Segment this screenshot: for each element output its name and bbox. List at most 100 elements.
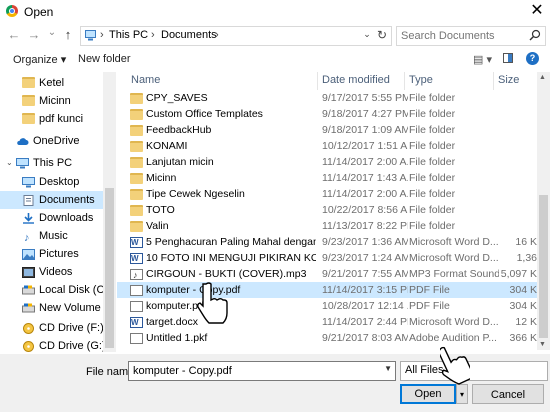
column-header-size[interactable]: Size (498, 74, 519, 86)
file-row[interactable]: Custom Office Templates 9/18/2017 4:27 PM… (117, 106, 537, 122)
file-name: TOTO (146, 204, 175, 216)
file-name: Tipe Cewek Ngeselin (146, 188, 245, 200)
sidebar-item[interactable]: New Volume (D: (0, 299, 103, 317)
drive-icon (22, 284, 35, 295)
scroll-up-icon[interactable]: ▲ (539, 74, 546, 81)
sidebar-item-label: Local Disk (C:) (39, 284, 103, 296)
file-row[interactable]: komputer.pdf 10/28/2017 12:14 ... PDF File… (117, 298, 537, 314)
new-folder-button[interactable]: New folder (78, 53, 131, 65)
file-row[interactable]: CIRGOUN - BUKTI (COVER).mp3 9/21/2017 7:5… (117, 266, 537, 282)
folder-icon (130, 93, 143, 104)
file-row[interactable]: KONAMI 10/12/2017 1:51 AM File folder (117, 138, 537, 154)
sidebar-item[interactable]: Ketel (0, 74, 103, 92)
search-box[interactable] (396, 26, 546, 46)
file-type: Microsoft Word D... (409, 252, 499, 264)
up-button[interactable]: ↑ (60, 27, 76, 43)
sidebar-item[interactable]: Local Disk (C:) (0, 281, 103, 299)
column-divider[interactable] (493, 72, 494, 90)
file-type-select[interactable]: All Files (400, 361, 548, 381)
view-options-button[interactable]: ▤ ▾ (473, 53, 492, 66)
breadcrumb-documents[interactable]: Documents (161, 29, 217, 41)
folder-icon (130, 157, 143, 168)
expand-icon[interactable]: ⌄ (6, 154, 13, 172)
file-name: 10 FOTO INI MENGUJI PIKIRAN KOTOR SE... (146, 252, 316, 264)
forward-button[interactable]: → (26, 27, 42, 43)
column-header-type[interactable]: Type (409, 74, 433, 86)
sidebar-item[interactable]: OneDrive (0, 132, 103, 150)
pdf-icon (130, 285, 143, 296)
file-row[interactable]: 10 FOTO INI MENGUJI PIKIRAN KOTOR SE... 9… (117, 250, 537, 266)
computer-icon (85, 30, 96, 41)
sidebar-item[interactable]: CD Drive (G:) (0, 337, 103, 352)
refresh-icon[interactable]: ↻ (375, 28, 389, 42)
sidebar-item[interactable]: Micinn (0, 92, 103, 110)
sidebar-item-label: pdf kunci (39, 113, 84, 125)
file-row[interactable]: 5 Penghacuran Paling Mahal dengan Mes...… (117, 234, 537, 250)
sidebar-item[interactable]: Desktop (0, 173, 103, 191)
file-type: PDF File (409, 300, 450, 312)
folder-icon (130, 189, 143, 200)
sidebar-scroll-thumb[interactable] (105, 188, 114, 348)
organize-menu[interactable]: Organize ▾ (13, 53, 66, 66)
search-input[interactable] (401, 29, 519, 43)
file-row[interactable]: CPY_SAVES 9/17/2017 5:55 PM File folder (117, 90, 537, 106)
sidebar-item[interactable]: pdf kunci (0, 110, 103, 128)
file-row[interactable]: Lanjutan micin 11/14/2017 2:00 A... File f… (117, 154, 537, 170)
address-bar[interactable]: › This PC › Documents › ⌄ ↻ (80, 26, 392, 46)
file-date: 10/22/2017 8:56 A... (322, 204, 408, 216)
title-bar (0, 0, 550, 22)
music-icon: ♪ (22, 230, 35, 244)
file-type: File folder (409, 188, 456, 200)
pkf-icon (130, 333, 143, 344)
sidebar-item[interactable]: Videos (0, 263, 103, 281)
chevron-down-icon[interactable]: ▼ (384, 364, 392, 373)
file-list-scroll-thumb[interactable] (539, 195, 548, 338)
help-icon[interactable]: ? (526, 52, 539, 65)
file-name: komputer - Copy.pdf (146, 284, 241, 296)
word-doc-icon (130, 317, 143, 328)
sidebar-item-label: CD Drive (G:) (39, 340, 103, 352)
chrome-icon (6, 5, 18, 17)
back-button[interactable]: ← (6, 27, 22, 43)
column-divider[interactable] (404, 72, 405, 90)
breadcrumb-separator: › (215, 29, 219, 41)
sidebar-item-label: Downloads (39, 212, 94, 224)
sidebar-item[interactable]: CD Drive (F:) (0, 319, 103, 337)
close-button[interactable]: ✕ (528, 2, 546, 20)
sidebar-item[interactable]: ⌄ This PC (0, 154, 103, 172)
sidebar-item-label: This PC (33, 157, 73, 169)
file-date: 11/14/2017 3:15 PM (322, 284, 408, 296)
preview-pane-icon[interactable] (503, 53, 513, 63)
chevron-down-icon[interactable]: ⌄ (361, 29, 373, 40)
file-row[interactable]: komputer - Copy.pdf 11/14/2017 3:15 PM PDF… (117, 282, 537, 298)
file-name-input[interactable] (133, 364, 373, 378)
file-row[interactable]: FeedbackHub 9/18/2017 1:09 AM File folder (117, 122, 537, 138)
file-row[interactable]: Valin 11/13/2017 8:22 PM File folder (117, 218, 537, 234)
sidebar-item[interactable]: Pictures (0, 245, 103, 263)
downloads-icon (22, 212, 35, 224)
breadcrumb-this-pc[interactable]: This PC (109, 29, 148, 41)
file-row[interactable]: Tipe Cewek Ngeselin 11/14/2017 2:00 A... F… (117, 186, 537, 202)
file-row[interactable]: Untitled 1.pkf 9/21/2017 8:03 AM Adobe Aud… (117, 330, 537, 346)
desktop-icon (22, 176, 35, 188)
documents-icon (22, 194, 35, 206)
sidebar-item[interactable]: ♪ Music (0, 227, 103, 245)
folder-icon (130, 221, 143, 232)
sidebar-item[interactable]: Documents (0, 191, 103, 209)
column-header-date[interactable]: Date modified (322, 74, 390, 86)
file-type: Microsoft Word D... (409, 316, 499, 328)
file-name: Micinn (146, 172, 177, 184)
file-row[interactable]: TOTO 10/22/2017 8:56 A... File folder (117, 202, 537, 218)
column-divider[interactable] (317, 72, 318, 90)
scroll-down-icon[interactable]: ▼ (539, 341, 546, 348)
sidebar-item[interactable]: Downloads (0, 209, 103, 227)
file-row[interactable]: target.docx 11/14/2017 2:44 PMMicrosoft W… (117, 314, 537, 330)
column-header-name[interactable]: Name (131, 74, 160, 86)
cancel-button[interactable]: Cancel (472, 384, 544, 404)
file-name: komputer.pdf (146, 300, 207, 312)
file-name-combobox[interactable]: ▼ (128, 361, 396, 381)
file-row[interactable]: Micinn 11/14/2017 1:43 A... File folder (117, 170, 537, 186)
recent-locations-button[interactable]: ⌄ (44, 25, 60, 41)
file-date: 11/14/2017 1:43 A... (322, 172, 408, 184)
hand-cursor-icon (437, 342, 473, 385)
